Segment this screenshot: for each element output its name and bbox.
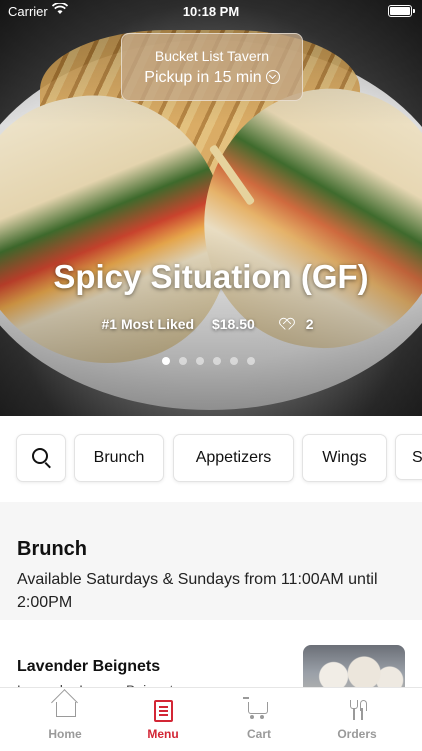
search-icon	[32, 448, 48, 464]
status-time: 10:18 PM	[182, 4, 240, 19]
chevron-down-icon	[265, 70, 280, 84]
heart-icon	[280, 319, 292, 330]
search-button[interactable]	[16, 434, 66, 482]
category-appetizers[interactable]: Appetizers	[173, 434, 294, 482]
carousel-indicator[interactable]	[162, 357, 255, 365]
category-bar: Brunch Appetizers Wings S	[0, 416, 422, 502]
category-next[interactable]: S	[395, 434, 422, 480]
tab-cart[interactable]: Cart	[210, 688, 308, 751]
tab-menu[interactable]: Menu	[114, 688, 212, 751]
carousel-dot[interactable]	[162, 357, 170, 365]
featured-dish-meta: #1 Most Liked $18.50 2	[0, 316, 422, 332]
battery-icon	[388, 5, 415, 17]
tab-orders-label: Orders	[337, 727, 377, 741]
carousel-dot[interactable]	[179, 357, 187, 365]
tab-menu-label: Menu	[147, 727, 179, 741]
carousel-dot[interactable]	[230, 357, 238, 365]
menu-icon	[154, 700, 173, 722]
likes[interactable]: 2	[273, 316, 321, 332]
utensils-icon	[348, 700, 367, 720]
section-title: Brunch	[17, 538, 87, 560]
bottom-tab-bar: Home Menu Cart Orders	[0, 687, 422, 751]
restaurant-name: Bucket List Tavern	[154, 48, 270, 64]
carousel-dot[interactable]	[247, 357, 255, 365]
status-bar: Carrier 10:18 PM	[0, 0, 422, 22]
pickup-time: Pickup in 15 min	[144, 69, 262, 86]
likes-count: 2	[305, 316, 314, 332]
category-wings[interactable]: Wings	[302, 434, 387, 482]
tab-cart-label: Cart	[246, 727, 271, 741]
carousel-dot[interactable]	[196, 357, 204, 365]
tab-home[interactable]: Home	[16, 688, 114, 751]
cart-icon	[243, 697, 268, 719]
home-icon	[56, 702, 76, 717]
tab-home-label: Home	[48, 727, 82, 741]
menu-item-name: Lavender Beignets	[17, 658, 161, 675]
featured-dish-title: Spicy Situation (GF)	[53, 258, 369, 295]
carousel-dot[interactable]	[213, 357, 221, 365]
category-brunch[interactable]: Brunch	[74, 434, 164, 482]
price-label: $18.50	[211, 316, 255, 332]
rank-label: #1 Most Liked	[101, 316, 195, 332]
tab-orders[interactable]: Orders	[308, 688, 406, 751]
pickup-selector[interactable]: Bucket List Tavern Pickup in 15 min	[121, 33, 303, 101]
section-description: Available Saturdays & Sundays from 11:00…	[17, 571, 378, 611]
